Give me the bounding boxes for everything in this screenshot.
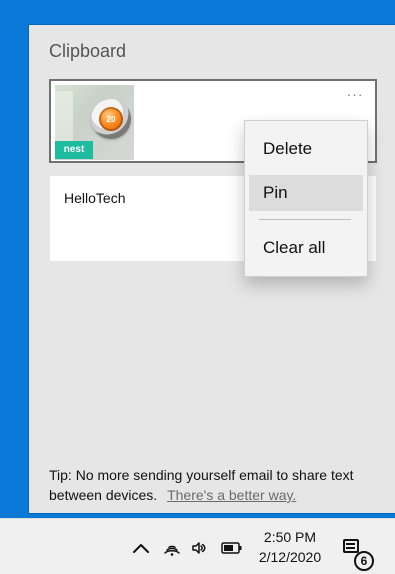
chevron-up-icon[interactable]	[132, 541, 150, 553]
action-center-line-1	[346, 543, 355, 545]
menu-item-delete[interactable]: Delete	[249, 131, 363, 167]
tip-link[interactable]: There's a better way.	[167, 487, 296, 503]
more-options-icon: ···	[346, 86, 364, 102]
nest-logo-text: nest	[63, 144, 85, 155]
desktop-background	[0, 0, 32, 518]
clipboard-panel: Clipboard 20 nest ··· HelloTech Delete P…	[29, 25, 395, 513]
nest-thermostat-thumbnail: 20 nest	[55, 85, 134, 160]
menu-item-clear-all[interactable]: Clear all	[249, 230, 363, 266]
clipboard-context-menu: Delete Pin Clear all	[244, 120, 368, 277]
clipboard-tip: Tip: No more sending yourself email to s…	[49, 465, 379, 505]
notification-count: 6	[360, 554, 368, 568]
nest-logo-badge: nest	[55, 141, 93, 159]
menu-item-pin[interactable]: Pin	[249, 175, 363, 211]
menu-separator	[259, 219, 351, 220]
thermostat-value: 20	[106, 114, 116, 124]
panel-title: Clipboard	[49, 41, 127, 61]
clock-date: 2/12/2020	[258, 549, 322, 565]
thermostat-display: 20	[99, 107, 123, 131]
volume-icon[interactable]	[190, 539, 208, 557]
taskbar-clock[interactable]: 2:50 PM 2/12/2020	[252, 527, 328, 567]
more-options-button[interactable]: ···	[345, 87, 365, 101]
wifi-icon[interactable]	[163, 539, 181, 557]
action-center-button[interactable]: 6	[338, 537, 374, 571]
clipboard-item-text-content: HelloTech	[64, 190, 126, 206]
clock-time: 2:50 PM	[263, 529, 317, 545]
action-center-icon	[343, 539, 359, 553]
action-center-line-2	[346, 547, 355, 549]
battery-icon[interactable]	[221, 541, 243, 555]
notification-count-badge: 6	[354, 551, 374, 571]
taskbar: 2:50 PM 2/12/2020 6	[0, 518, 395, 574]
